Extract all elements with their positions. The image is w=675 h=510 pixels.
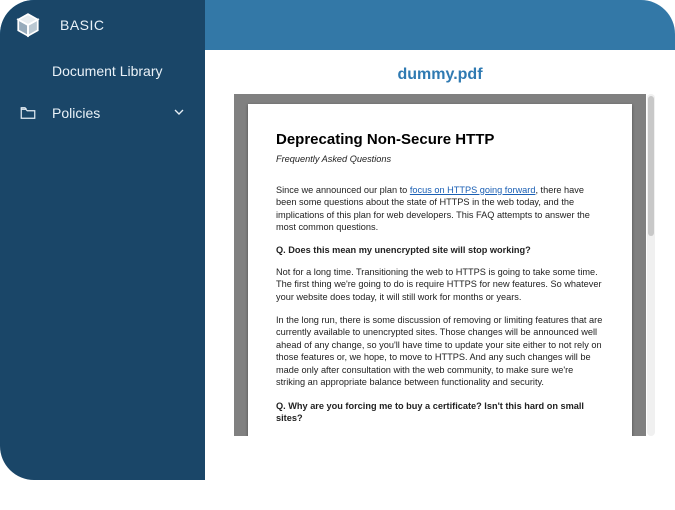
sidebar-header-label: BASIC [42, 17, 105, 33]
sidebar-item-label: Document Library [42, 63, 163, 79]
pdf-viewer[interactable]: Deprecating Non-Secure HTTP Frequently A… [234, 94, 646, 436]
doc-answer-1-p2: In the long run, there is some discussio… [276, 314, 604, 389]
scrollbar-thumb[interactable] [648, 96, 654, 236]
cube-icon [14, 12, 42, 38]
main-content: dummy.pdf Deprecating Non-Secure HTTP Fr… [205, 50, 675, 510]
doc-subtitle: Frequently Asked Questions [276, 153, 604, 165]
document-filename: dummy.pdf [397, 50, 482, 94]
pdf-page: Deprecating Non-Secure HTTP Frequently A… [248, 104, 632, 436]
text: Since we announced our plan to [276, 185, 410, 195]
doc-intro: Since we announced our plan to focus on … [276, 184, 604, 234]
sidebar: BASIC Document Library Policies [0, 0, 205, 480]
doc-answer-1-p1: Not for a long time. Transitioning the w… [276, 266, 604, 303]
chevron-down-icon [171, 104, 187, 123]
app-window: BASIC Document Library Policies dummy.pd… [0, 0, 675, 510]
folder-icon [14, 104, 42, 122]
doc-question-2: Q. Why are you forcing me to buy a certi… [276, 400, 604, 425]
sidebar-header: BASIC [0, 0, 205, 50]
doc-heading: Deprecating Non-Secure HTTP [276, 130, 604, 150]
sidebar-item-policies[interactable]: Policies [0, 92, 205, 134]
sidebar-item-document-library[interactable]: Document Library [0, 50, 205, 92]
doc-question-1: Q. Does this mean my unencrypted site wi… [276, 244, 604, 256]
scrollbar-vertical[interactable] [647, 94, 655, 436]
pdf-viewer-wrap: Deprecating Non-Secure HTTP Frequently A… [234, 94, 646, 436]
https-link[interactable]: focus on HTTPS going forward [410, 185, 536, 195]
sidebar-item-label: Policies [42, 105, 100, 121]
